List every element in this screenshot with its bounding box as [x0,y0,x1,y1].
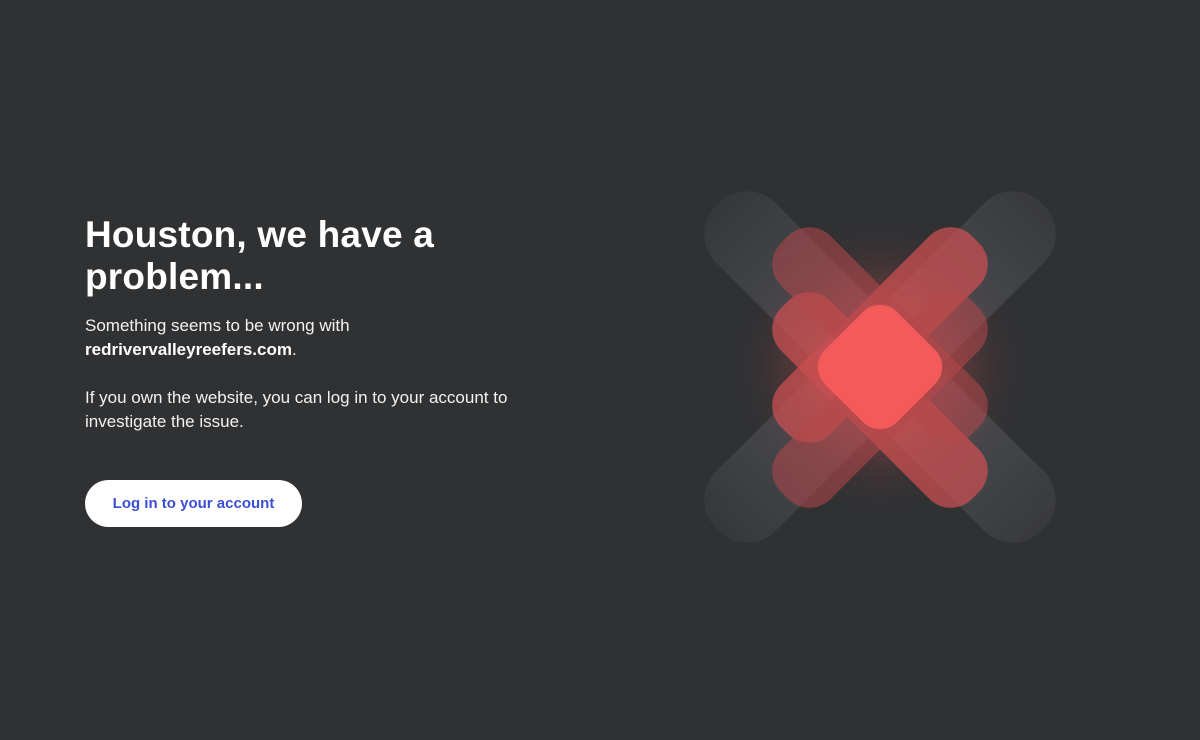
error-description: Something seems to be wrong with redriver… [85,314,555,362]
domain-name: redrivervalleyreefers.com [85,340,292,359]
message-suffix: . [291,340,297,359]
error-x-graphic [704,191,1056,543]
error-content: Houston, we have a problem... Something … [85,214,565,527]
error-x-icon [690,180,1070,555]
page-title: Houston, we have a problem... [85,214,435,297]
error-page: Houston, we have a problem... Something … [0,0,1200,740]
owner-hint: If you own the website, you can log in t… [85,388,508,431]
login-button[interactable]: Log in to your account [85,480,302,527]
message-prefix: Something seems to be wrong with [85,316,350,335]
